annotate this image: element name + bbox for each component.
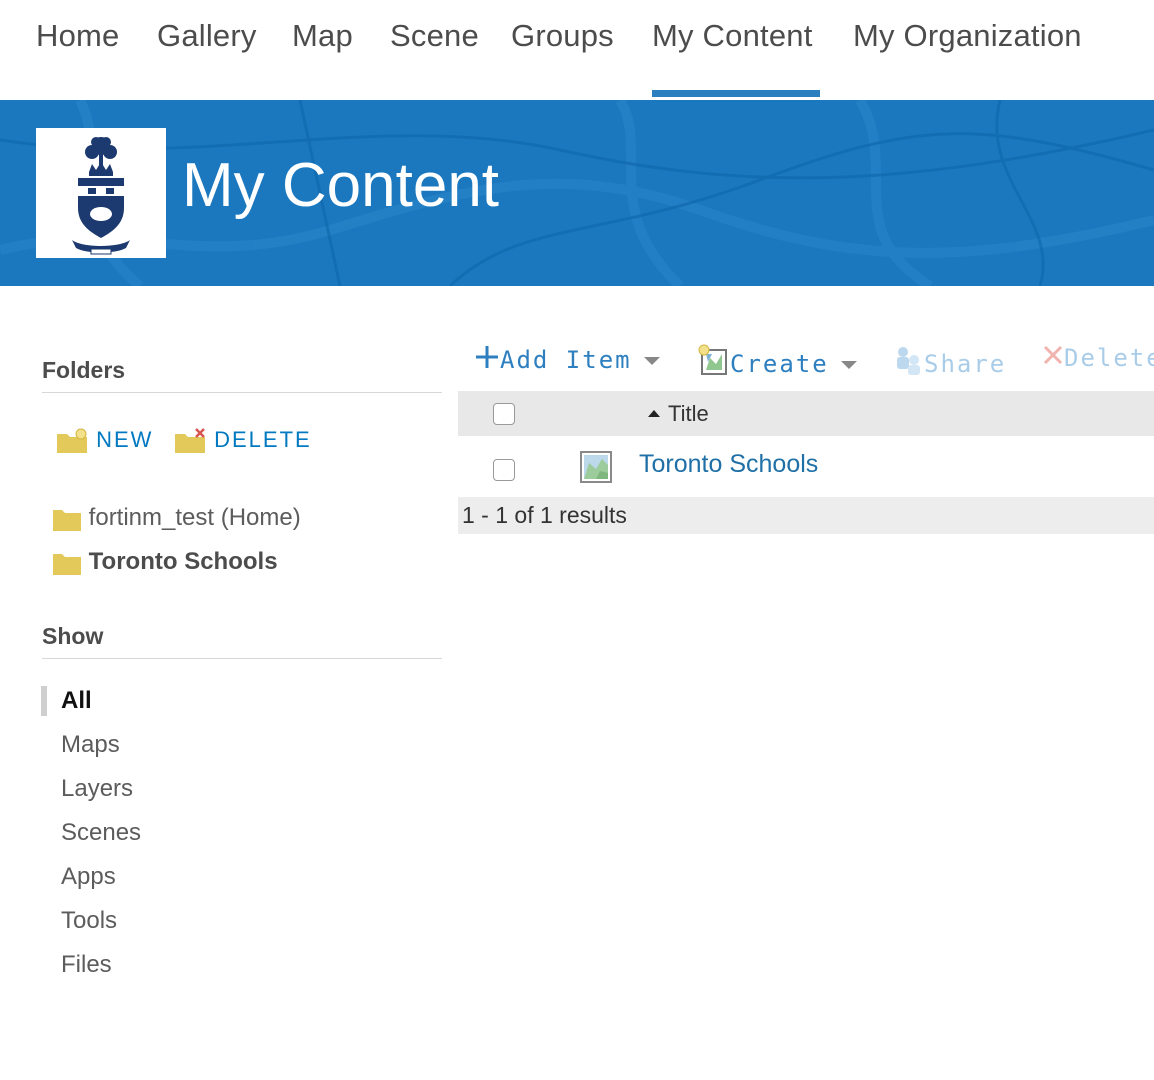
show-divider [42,658,442,659]
new-folder-label: NEW [96,427,154,452]
delete-item-button[interactable]: Delete [1042,344,1154,372]
title-column-header[interactable]: Title [648,401,709,427]
filter-maps[interactable]: Maps [61,731,120,759]
row-checkbox[interactable] [493,459,515,481]
delete-folder-button[interactable]: DELETE [174,427,312,454]
delete-folder-icon [175,428,205,454]
add-item-label: Add Item [500,346,632,374]
web-map-icon [580,451,612,483]
nav-home[interactable]: Home [36,18,120,54]
filter-tools[interactable]: Tools [61,907,117,935]
share-button[interactable]: Share [892,344,1006,378]
nav-groups[interactable]: Groups [511,18,614,54]
nav-my-content[interactable]: My Content [652,18,813,54]
delete-x-icon [1043,345,1063,365]
table-header [458,391,1154,436]
folder-item-toronto-schools[interactable]: Toronto Schools [52,548,278,576]
create-button[interactable]: Create [698,344,857,378]
nav-my-organization[interactable]: My Organization [853,18,1082,54]
plus-icon [476,346,498,368]
chevron-down-icon [643,357,660,365]
chevron-down-icon [840,361,857,369]
banner-map-background [0,100,1154,286]
create-label: Create [730,350,829,378]
filter-layers[interactable]: Layers [61,775,133,803]
filter-scenes[interactable]: Scenes [61,819,141,847]
nav-gallery[interactable]: Gallery [157,18,257,54]
share-icon [897,347,920,375]
crest-icon [72,137,130,255]
add-item-button[interactable]: Add Item [474,344,660,374]
active-filter-marker [41,686,47,716]
nav-active-indicator [652,90,820,97]
share-label: Share [924,350,1007,378]
create-map-icon [698,344,727,375]
filter-files[interactable]: Files [61,951,112,979]
nav-scene[interactable]: Scene [390,18,479,54]
results-count: 1 - 1 of 1 results [462,502,627,528]
folder-icon [53,553,81,575]
delete-item-label: Delete [1064,344,1154,372]
folder-label: Toronto Schools [88,548,278,575]
organization-logo [36,128,166,258]
filter-apps[interactable]: Apps [61,863,116,891]
delete-folder-label: DELETE [214,427,312,452]
new-folder-button[interactable]: NEW [56,427,153,454]
select-all-checkbox[interactable] [493,403,515,425]
page-banner: My Content [0,100,1154,286]
title-column-label: Title [668,401,709,426]
folders-divider [42,392,442,393]
item-title-link[interactable]: Toronto Schools [639,450,818,479]
folders-heading: Folders [42,357,126,383]
folder-label: fortinm_test (Home) [88,504,301,531]
folder-icon [53,509,81,531]
page-title: My Content [182,151,500,220]
nav-map[interactable]: Map [292,18,353,54]
top-navigation: Home Gallery Map Scene Groups My Content… [0,0,1154,100]
sort-ascending-icon [648,410,660,418]
new-folder-icon [57,428,87,454]
filter-all[interactable]: All [61,687,92,715]
folder-item-home[interactable]: fortinm_test (Home) [52,504,301,532]
show-heading: Show [42,623,104,649]
